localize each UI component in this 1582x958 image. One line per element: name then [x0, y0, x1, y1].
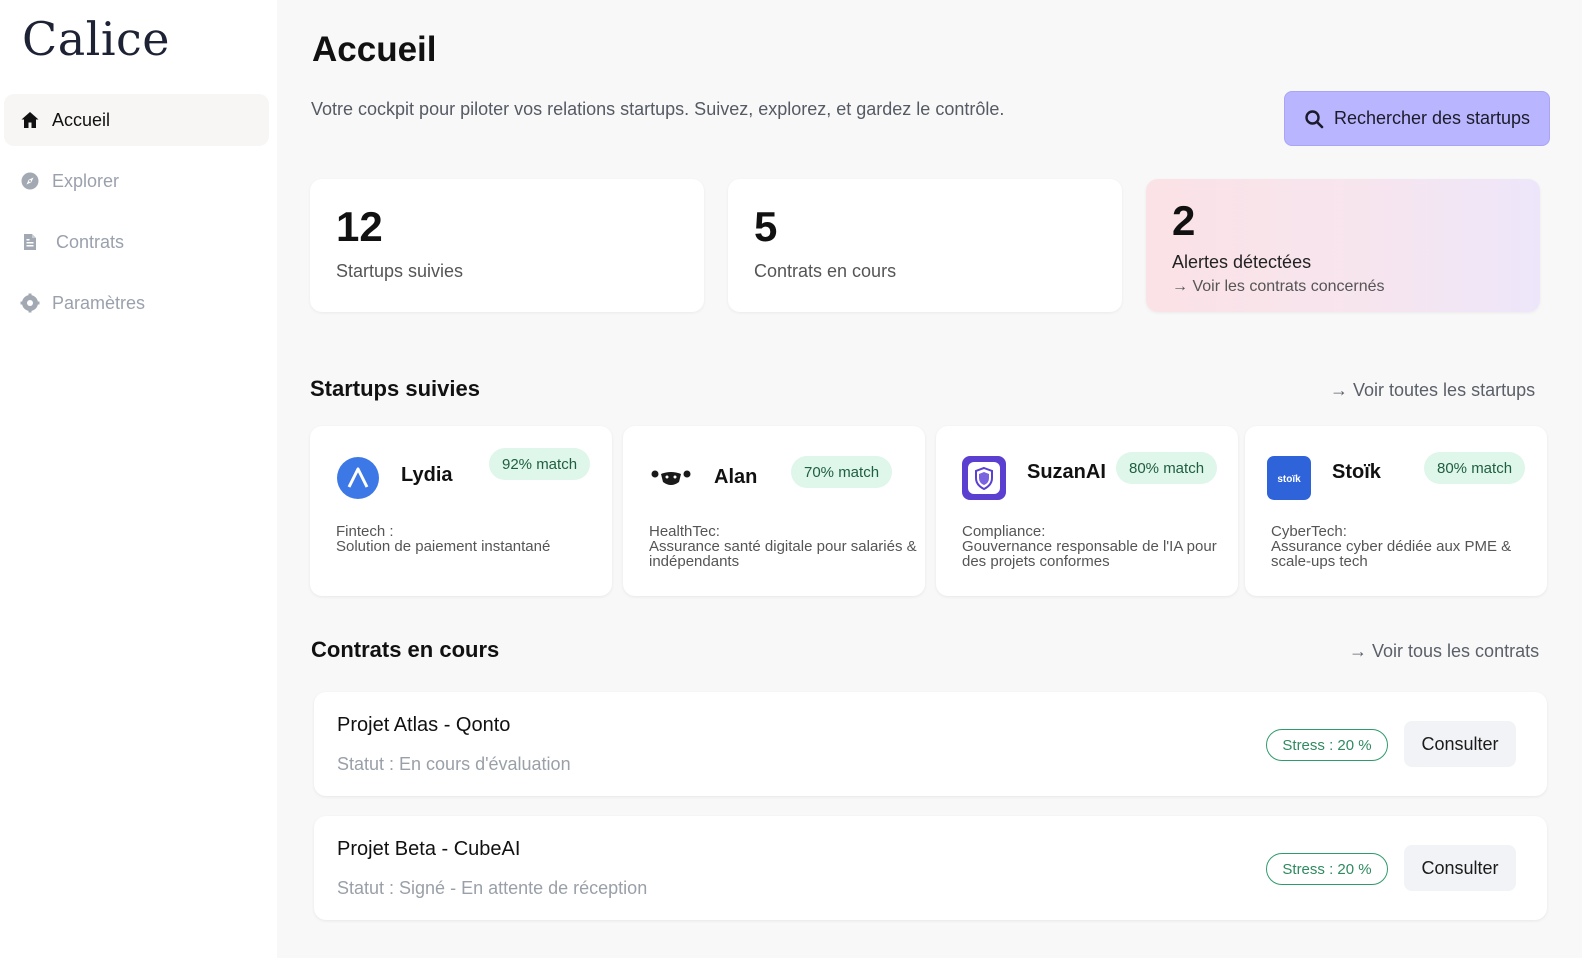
- stat-value: 12: [336, 203, 383, 250]
- home-icon: [20, 110, 40, 130]
- sidebar-item-accueil[interactable]: Accueil: [4, 94, 269, 146]
- match-badge: 70% match: [791, 456, 893, 488]
- stat-value: 2: [1172, 197, 1196, 244]
- startup-card-suzanai[interactable]: SuzanAI 80% match Compliance: Gouvernanc…: [936, 426, 1238, 596]
- sidebar-item-parametres[interactable]: Paramètres: [4, 277, 269, 329]
- consult-button[interactable]: Consulter: [1404, 721, 1516, 767]
- sidebar-item-label: Explorer: [52, 170, 120, 191]
- startup-category: CyberTech:: [1271, 523, 1347, 540]
- stat-card-contracts[interactable]: 5 Contrats en cours: [728, 179, 1122, 312]
- startup-text: Gouvernance responsable de l'IA pour des…: [962, 538, 1217, 570]
- see-alert-contracts-link[interactable]: → Voir les contrats concernés: [1172, 278, 1385, 296]
- sidebar: Calice Accueil Explorer Contrats Paramèt…: [0, 0, 277, 958]
- startup-name: SuzanAI: [1027, 461, 1106, 483]
- search-icon: [1305, 109, 1324, 128]
- page-title: Accueil: [312, 30, 437, 69]
- startup-card-alan[interactable]: Alan 70% match HealthTec: Assurance sant…: [623, 426, 925, 596]
- match-badge: 92% match: [489, 448, 591, 480]
- stat-card-startups[interactable]: 12 Startups suivies: [310, 179, 704, 312]
- search-startups-button[interactable]: Rechercher des startups: [1284, 91, 1550, 146]
- stat-label: Startups suivies: [336, 261, 464, 281]
- startup-description: Compliance: Gouvernance responsable de l…: [962, 524, 1237, 569]
- startup-card-lydia[interactable]: Lydia 92% match Fintech : Solution de pa…: [310, 426, 612, 596]
- match-badge: 80% match: [1424, 452, 1526, 484]
- stat-label: Contrats en cours: [754, 261, 897, 281]
- startup-text: Assurance santé digitale pour salariés &…: [649, 538, 917, 570]
- contract-status: Statut : En cours d'évaluation: [337, 754, 571, 774]
- startup-description: CyberTech: Assurance cyber dédiée aux PM…: [1271, 524, 1546, 569]
- startup-description: HealthTec: Assurance santé digitale pour…: [649, 524, 924, 569]
- stoik-logo-icon: stoïk: [1267, 456, 1311, 500]
- sidebar-item-label: Contrats: [56, 231, 125, 252]
- stress-badge: Stress : 20 %: [1266, 853, 1388, 885]
- sidebar-item-explorer[interactable]: Explorer: [4, 155, 269, 207]
- contract-name: Projet Beta - CubeAI: [337, 838, 521, 860]
- app-logo[interactable]: Calice: [22, 12, 170, 66]
- startup-description: Fintech : Solution de paiement instantan…: [336, 524, 611, 554]
- startup-text: Assurance cyber dédiée aux PME & scale-u…: [1271, 538, 1512, 570]
- main-content: Accueil Votre cockpit pour piloter vos r…: [277, 0, 1582, 958]
- stat-card-alerts[interactable]: 2 Alertes détectées → Voir les contrats …: [1146, 179, 1540, 312]
- search-button-label: Rechercher des startups: [1333, 108, 1531, 128]
- contract-card[interactable]: Projet Atlas - Qonto Statut : En cours d…: [314, 692, 1547, 796]
- stress-badge: Stress : 20 %: [1266, 729, 1388, 761]
- startup-category: Compliance:: [962, 523, 1046, 540]
- contract-name: Projet Atlas - Qonto: [337, 714, 511, 736]
- suzanai-logo-icon: [962, 456, 1006, 500]
- compass-icon: [20, 171, 40, 191]
- sidebar-item-label: Paramètres: [52, 292, 146, 313]
- stat-value: 5: [754, 203, 778, 250]
- stoik-logo-text: stoïk: [1277, 474, 1301, 485]
- startups-section-title: Startups suivies: [310, 376, 480, 401]
- match-badge: 80% match: [1116, 452, 1218, 484]
- page-subtitle: Votre cockpit pour piloter vos relations…: [311, 99, 1005, 119]
- startup-name: Stoïk: [1332, 461, 1381, 483]
- alan-logo-icon: [649, 456, 693, 500]
- consult-button[interactable]: Consulter: [1404, 845, 1516, 891]
- contracts-section-title: Contrats en cours: [311, 637, 500, 662]
- contract-card[interactable]: Projet Beta - CubeAI Statut : Signé - En…: [314, 816, 1547, 920]
- see-all-contracts-link[interactable]: → Voir tous les contrats: [1349, 641, 1539, 662]
- document-icon: [20, 232, 40, 252]
- startup-name: Lydia: [401, 464, 453, 486]
- contract-status: Statut : Signé - En attente de réception: [337, 878, 648, 898]
- gear-icon: [20, 293, 40, 313]
- stat-label: Alertes détectées: [1172, 252, 1312, 272]
- startup-name: Alan: [714, 466, 758, 488]
- sidebar-item-contrats[interactable]: Contrats: [4, 216, 269, 268]
- startup-card-stoik[interactable]: stoïk Stoïk 80% match CyberTech: Assuran…: [1245, 426, 1547, 596]
- startup-category: HealthTec:: [649, 523, 720, 540]
- lydia-logo-icon: [336, 456, 380, 500]
- startup-text: Solution de paiement instantané: [336, 538, 551, 555]
- sidebar-item-label: Accueil: [52, 109, 111, 130]
- see-all-startups-link[interactable]: → Voir toutes les startups: [1330, 380, 1535, 401]
- startup-category: Fintech :: [336, 523, 394, 540]
